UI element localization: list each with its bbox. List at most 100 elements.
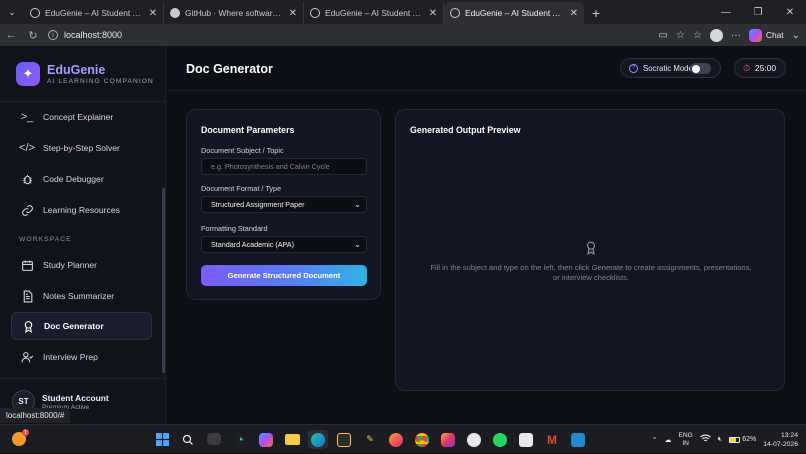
chevron-down-icon: ⌄ [354,200,361,209]
copilot-chat-button[interactable]: Chat [748,28,784,42]
edge-browser-icon[interactable] [308,430,328,449]
vscode-icon[interactable] [568,430,588,449]
browser-tab-1[interactable]: EduGenie – AI Student Assistant ✕ [24,2,164,24]
workspace-section-label: WORKSPACE [19,236,72,243]
socratic-label: Socratic Mode [643,63,693,73]
copilot-icon [748,28,762,42]
standard-selected-value: Standard Academic (APA) [211,240,294,249]
whatsapp-icon[interactable] [490,430,510,449]
brand: ✦ EduGenie AI LEARNING COMPANION [16,62,154,86]
gmail-icon[interactable]: M [542,430,562,449]
battery-icon[interactable]: 62% [729,436,756,443]
clock[interactable]: 13:24 14-07-2026 [763,431,798,449]
tab-title: GitHub · Where software is built [185,8,285,18]
sidebar-item-study-planner[interactable]: Study Planner [11,251,152,279]
sidebar-item-label: Notes Summarizer [43,291,115,301]
sidebar-item-interview-prep[interactable]: Interview Prep [11,343,152,371]
account-name: Student Account [42,393,109,403]
chat-label: Chat [765,30,784,40]
back-arrow-icon[interactable]: ← [0,24,22,46]
close-tab-icon[interactable]: ✕ [289,8,297,19]
page-title: Doc Generator [186,62,273,76]
chevron-down-icon[interactable]: ⌄ [792,30,800,41]
sidebar-item-label: Learning Resources [43,205,120,215]
socratic-mode-control[interactable]: ? Socratic Mode [620,58,721,78]
windows-start-icon[interactable] [152,430,172,449]
clock-time: 13:24 [780,431,798,439]
browser-tab-4-active[interactable]: EduGenie – AI Student Assistant ✕ [444,2,584,24]
format-select[interactable]: Structured Assignment Paper ⌄ [201,196,367,213]
sidebar-item-notes-summarizer[interactable]: Notes Summarizer [11,282,152,310]
collections-icon[interactable]: ☆ [693,30,702,41]
refresh-icon[interactable]: ↻ [22,24,44,46]
volume-muted-icon[interactable]: 🔇︎ [718,436,722,444]
focus-timer[interactable]: ⏱ 25:00 [734,58,786,78]
search-icon[interactable] [178,430,198,449]
panel-title: Generated Output Preview [410,125,521,135]
sidebar-item-doc-generator[interactable]: Doc Generator [11,312,152,340]
tab-list-chevron-icon[interactable]: ⌄ [0,0,24,24]
address-bar-row: ← ↻ i localhost:8000 ▭ ☆ ☆ ··· Chat ⌄ [0,24,806,46]
tab-title: EduGenie – AI Student Assistant [45,8,145,18]
reading-view-icon[interactable]: ▭ [659,30,668,41]
terminal-icon: >_ [20,111,34,123]
language-indicator[interactable]: ENG IN [678,432,692,448]
url-text: localhost:8000 [64,30,123,40]
clock-date: 14-07-2026 [763,440,798,448]
close-tab-icon[interactable]: ✕ [149,8,157,19]
chrome-icon[interactable] [412,430,432,449]
app-store-icon[interactable] [516,430,536,449]
output-preview-panel: Generated Output Preview Fill in the sub… [395,109,785,391]
browser-tab-3[interactable]: EduGenie – AI Student Assistant ✕ [304,2,444,24]
format-selected-value: Structured Assignment Paper [211,200,305,209]
award-icon [21,319,35,333]
user-check-icon [20,350,34,364]
more-menu-icon[interactable]: ··· [731,30,741,41]
copilot-app-icon[interactable] [256,430,276,449]
format-label: Document Format / Type [201,184,282,193]
notification-badge: 1 [22,429,29,436]
browser-tab-2[interactable]: GitHub · Where software is built ✕ [164,2,304,24]
firefox-icon[interactable] [386,430,406,449]
subject-input[interactable]: e.g. Photosynthesis and Calvin Cycle [201,158,367,175]
acrobat-icon[interactable] [334,430,354,449]
instagram-icon[interactable] [438,430,458,449]
sidebar-scrollbar[interactable] [162,188,165,373]
site-info-icon[interactable]: i [48,30,58,40]
onedrive-icon[interactable]: ☁ [664,436,671,444]
sidebar-item-learning-resources[interactable]: Learning Resources [11,196,152,224]
document-parameters-panel: Document Parameters Document Subject / T… [186,109,381,300]
toggle-knob [692,64,700,73]
favorite-star-icon[interactable]: ☆ [676,30,685,41]
pen-icon[interactable]: ✎ [360,430,380,449]
task-view-icon[interactable] [207,433,221,445]
globe-icon [450,8,460,18]
standard-select[interactable]: Standard Academic (APA) ⌄ [201,236,367,253]
minimize-icon[interactable]: — [710,0,742,24]
profile-avatar[interactable] [709,28,723,42]
close-tab-icon[interactable]: ✕ [429,8,437,19]
weather-icon[interactable]: 1 [12,429,29,446]
timer-icon: ⏱ [743,62,751,73]
close-window-icon[interactable]: ✕ [774,0,806,24]
globe-icon [30,8,40,18]
copilot-taskbar-icon[interactable]: ◔ [230,430,250,449]
socratic-toggle[interactable] [690,63,711,74]
generate-document-button[interactable]: Generate Structured Document [201,265,367,286]
sidebar-item-step-solver[interactable]: </> Step-by-Step Solver [11,134,152,162]
close-tab-icon[interactable]: ✕ [570,8,578,19]
sidebar-item-label: Concept Explainer [43,112,114,122]
restore-icon[interactable]: ❐ [742,0,774,24]
help-circle-icon: ? [629,63,638,73]
file-explorer-icon[interactable] [282,430,302,449]
url-field[interactable]: i localhost:8000 [48,30,638,40]
chevron-up-icon[interactable]: ⌃ [652,436,658,444]
new-tab-plus-icon[interactable]: + [584,2,608,24]
chatgpt-icon[interactable] [464,430,484,449]
sidebar: ✦ EduGenie AI LEARNING COMPANION >_ Conc… [0,46,166,424]
wifi-icon[interactable] [699,434,711,445]
sidebar-item-code-debugger[interactable]: Code Debugger [11,165,152,193]
bug-icon [20,172,34,186]
sidebar-item-concept-explainer[interactable]: >_ Concept Explainer [11,103,152,131]
code-icon: </> [19,142,35,154]
